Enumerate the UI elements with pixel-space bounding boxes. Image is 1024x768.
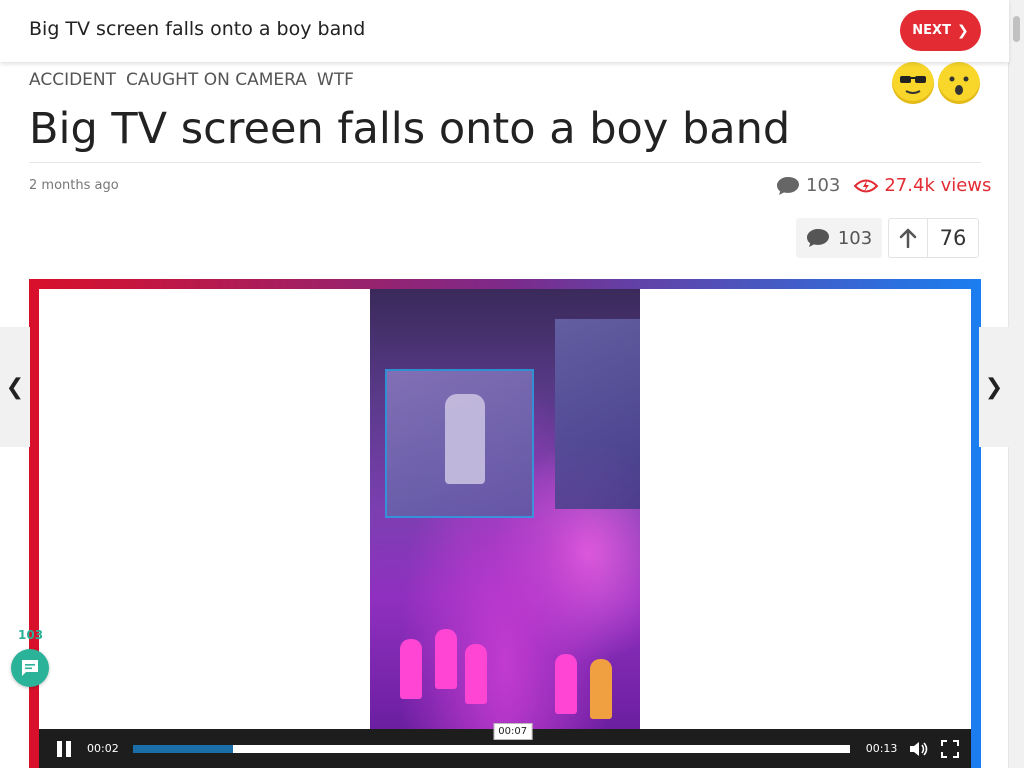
category-wtf[interactable]: WTF	[317, 70, 354, 90]
comments-button-count: 103	[837, 227, 873, 249]
previous-post-arrow[interactable]: ❮	[0, 327, 30, 447]
duration: 00:13	[865, 742, 898, 755]
performer-on-screen	[445, 394, 485, 484]
category-caught-on-camera[interactable]: CAUGHT ON CAMERA	[126, 70, 307, 90]
top-bar: Big TV screen falls onto a boy band NEXT…	[0, 0, 1009, 62]
pause-icon[interactable]	[57, 740, 73, 757]
next-label: NEXT	[912, 23, 951, 38]
scrollbar-thumb[interactable]	[1013, 16, 1020, 42]
vote-widget: 76	[888, 218, 979, 258]
seek-progress	[132, 744, 234, 753]
vote-count: 76	[939, 226, 967, 250]
category-list: ACCIDENT CAUGHT ON CAMERA WTF	[29, 70, 354, 90]
dancer	[465, 644, 487, 704]
category-accident[interactable]: ACCIDENT	[29, 70, 116, 90]
views-stat: 27.4k views	[854, 175, 991, 196]
chevron-left-icon: ❮	[5, 374, 25, 400]
next-post-arrow[interactable]: ❯	[979, 327, 1009, 447]
chevron-right-icon: ❯	[956, 22, 969, 39]
post-actions: 103 76	[796, 218, 979, 258]
views-count: 27.4k views	[884, 175, 992, 196]
comment-stat[interactable]: 103	[776, 175, 840, 196]
video-controls: 00:02 00:07 00:13	[39, 722, 971, 768]
stage-dancers	[390, 619, 620, 719]
comment-count: 103	[806, 175, 841, 196]
cool-sunglasses-emoji-icon[interactable]	[892, 62, 934, 104]
dancer	[435, 629, 457, 689]
dancer	[400, 639, 422, 699]
comment-bubble-icon	[806, 229, 829, 247]
upvote-arrow-icon[interactable]	[889, 219, 928, 257]
post-stats: 103 27.4k views	[776, 175, 991, 196]
video-player[interactable]: 00:02 00:07 00:13	[39, 289, 971, 768]
post-time: 2 months ago	[29, 178, 119, 193]
chevron-right-icon: ❯	[984, 374, 1004, 400]
seek-bar[interactable]: 00:07	[132, 722, 850, 753]
dancer	[555, 654, 577, 714]
floating-comment-count: 103	[18, 628, 44, 642]
seek-tooltip: 00:07	[493, 722, 533, 740]
surprised-emoji-icon[interactable]	[938, 62, 980, 104]
page-scrollbar[interactable]	[1008, 0, 1024, 768]
page-title: Big TV screen falls onto a boy band	[29, 104, 791, 154]
fullscreen-icon[interactable]	[941, 739, 960, 758]
next-button[interactable]: NEXT ❯	[900, 10, 981, 51]
floating-comment-button[interactable]	[11, 649, 49, 687]
reaction-badges	[892, 62, 980, 104]
comment-bubble-icon	[777, 176, 799, 195]
comments-button[interactable]: 103	[796, 218, 882, 258]
eye-flash-icon	[854, 179, 879, 192]
header-title: Big TV screen falls onto a boy band	[29, 18, 366, 40]
stage-screen-right	[555, 319, 640, 509]
title-divider	[29, 162, 981, 163]
dancer	[590, 659, 612, 719]
volume-icon[interactable]	[909, 741, 929, 757]
video-content[interactable]	[370, 289, 640, 729]
chat-icon	[22, 660, 38, 676]
current-time: 00:02	[87, 742, 119, 755]
video-frame: 00:02 00:07 00:13	[29, 279, 981, 768]
